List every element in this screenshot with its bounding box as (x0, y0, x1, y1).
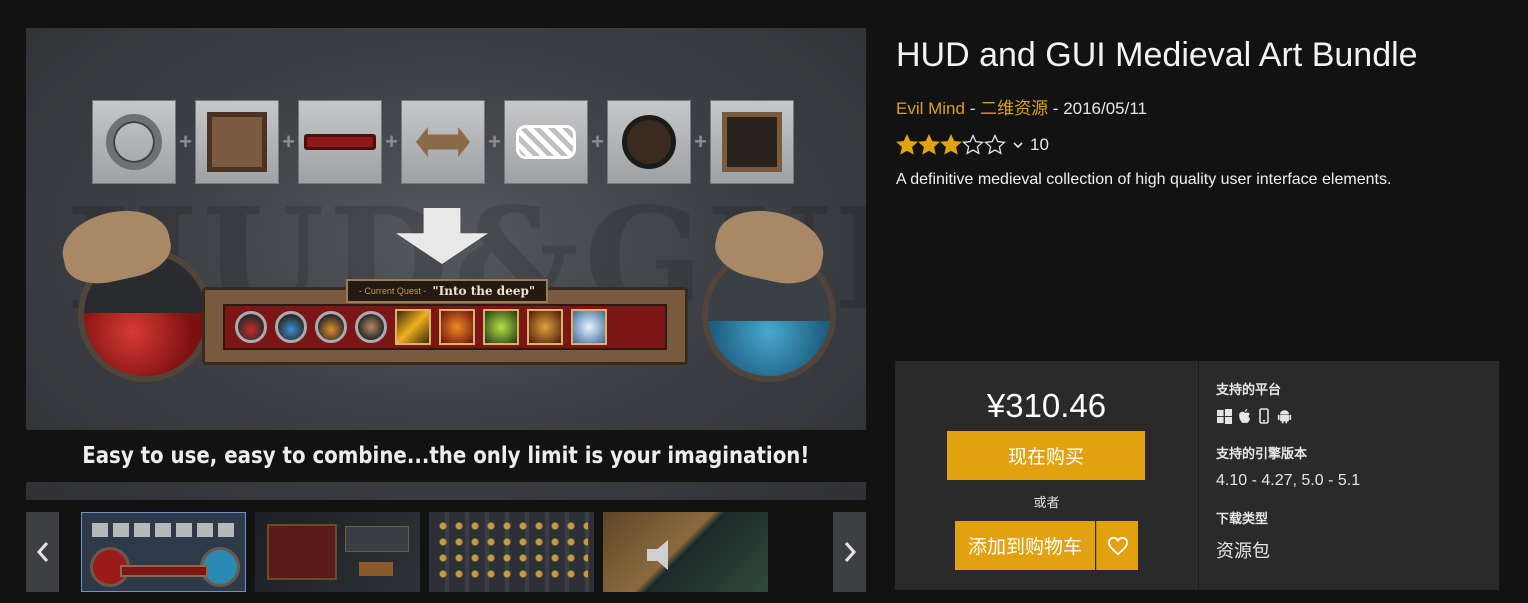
plus-icon: + (282, 129, 295, 154)
thumb-action-bar (120, 565, 208, 577)
thumbnail-4[interactable] (603, 512, 768, 592)
product-title: HUD and GUI Medieval Art Bundle (896, 36, 1418, 74)
heart-icon (1107, 536, 1128, 555)
star-empty-icon (962, 134, 984, 155)
platforms-label: 支持的平台 (1216, 383, 1282, 398)
product-description: A definitive medieval collection of high… (896, 171, 1392, 188)
piece-dragon-ring (92, 100, 176, 184)
shield-ability-icon (527, 309, 563, 345)
star-filled-icon (896, 134, 918, 155)
wishlist-button[interactable] (1096, 521, 1138, 570)
android-icon (1276, 408, 1292, 424)
current-quest-banner: - Current Quest - "Into the deep" (346, 279, 548, 303)
thumb-pieces (92, 523, 237, 537)
thumbnail-3[interactable] (429, 512, 594, 592)
piece-celtic-knot (504, 100, 588, 184)
engine-versions: 4.10 - 4.27, 5.0 - 5.1 (1216, 472, 1361, 489)
purchase-panel: ¥310.46 现在购买 或者 添加到购物车 支持的平台 支持的引擎版本 4.1… (895, 361, 1499, 590)
product-meta: Evil Mind - 二维资源 - 2016/05/11 (896, 94, 1147, 119)
piece-red-bar (298, 100, 382, 184)
download-type: 资源包 (1216, 541, 1270, 561)
category-link[interactable]: 二维资源 (980, 99, 1048, 118)
meta-separator: - (1048, 99, 1064, 118)
hero-media[interactable]: HUD&GUI + + + + + + - Current Quest - "I… (26, 28, 866, 500)
plus-icon: + (694, 129, 707, 154)
thumb-dialog-right (345, 526, 409, 552)
release-date: 2016/05/11 (1063, 99, 1148, 118)
thumbnail-2[interactable] (255, 512, 420, 592)
windows-icon (1216, 408, 1232, 424)
price: ¥310.46 (986, 387, 1107, 424)
poison-skull-ability-icon (483, 309, 519, 345)
health-fill (84, 312, 206, 376)
piece-square-slot (710, 100, 794, 184)
meta-separator: - (964, 99, 981, 118)
panel-divider (1198, 361, 1199, 590)
seller-link[interactable]: Evil Mind (896, 99, 965, 118)
fire-mask-ability-icon (439, 309, 475, 345)
thumbnail-1[interactable] (81, 512, 246, 592)
star-filled-icon (940, 134, 962, 155)
star-empty-icon (984, 134, 1006, 155)
quest-label: - Current Quest - (358, 286, 427, 296)
piece-round-portrait (607, 100, 691, 184)
gallery-prev-button[interactable] (26, 512, 59, 592)
piece-frame (195, 100, 279, 184)
chevron-left-icon (36, 542, 48, 562)
engine-version-label: 支持的引擎版本 (1216, 447, 1308, 462)
chevron-down-icon[interactable] (1012, 139, 1024, 151)
rating-widget[interactable]: 10 (896, 131, 1049, 159)
thumb-speaker-icon (647, 540, 668, 570)
apple-icon (1236, 408, 1252, 424)
star-rating (896, 134, 1006, 156)
gallery-next-button[interactable] (833, 512, 866, 592)
orange-potion-icon (315, 311, 347, 343)
thumbnail-strip (26, 512, 866, 592)
buy-now-button[interactable]: 现在购买 (947, 431, 1145, 480)
red-potion-icon (235, 311, 267, 343)
star-filled-icon (918, 134, 940, 155)
rating-count: 10 (1030, 135, 1049, 154)
hero-tagline: Easy to use, easy to combine...the only … (82, 443, 810, 469)
action-bar (223, 304, 667, 350)
plus-icon: + (385, 129, 398, 154)
thumb-dialog-left (267, 524, 337, 580)
ice-ability-icon (571, 309, 607, 345)
mana-fill (708, 321, 830, 376)
download-type-label: 下载类型 (1216, 512, 1269, 527)
quest-name: "Into the deep" (432, 284, 536, 298)
thumb-icon-grid (435, 518, 588, 586)
chevron-right-icon (844, 542, 856, 562)
lightning-ability-icon (395, 309, 431, 345)
thumb-dialog-button (359, 562, 393, 576)
component-pieces-row: + + + + + + (92, 100, 794, 184)
platform-icons (1216, 408, 1292, 424)
scroll-icon (355, 311, 387, 343)
plus-icon: + (179, 129, 192, 154)
price-column: ¥310.46 现在购买 或者 添加到购物车 (895, 361, 1198, 590)
add-to-cart-button[interactable]: 添加到购物车 (955, 521, 1095, 570)
plus-icon: + (488, 129, 501, 154)
tagline-band: Easy to use, easy to combine...the only … (26, 430, 866, 482)
piece-arrow-ornament (401, 100, 485, 184)
plus-icon: + (591, 129, 604, 154)
or-label: 或者 (1033, 496, 1060, 511)
mobile-icon (1256, 408, 1272, 424)
blue-potion-icon (275, 311, 307, 343)
